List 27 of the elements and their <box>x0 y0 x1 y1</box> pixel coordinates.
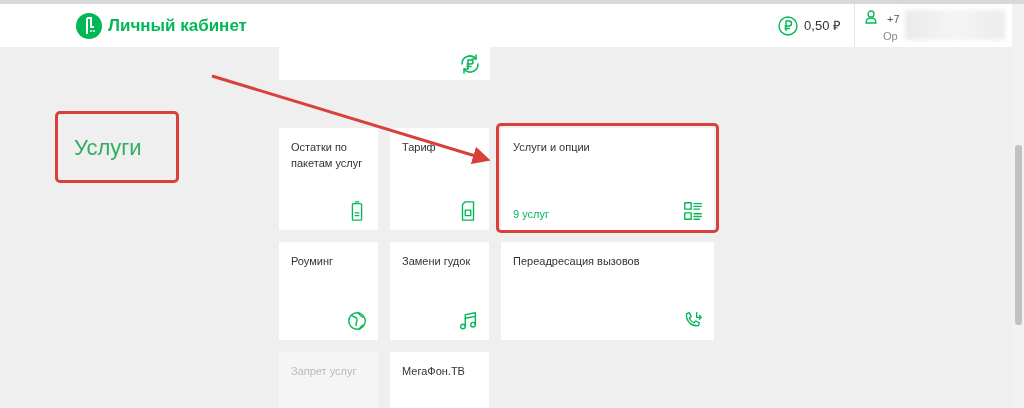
tile-title: Роуминг <box>291 254 335 269</box>
tile-title: Тариф <box>402 140 437 155</box>
service-count: 9 услуг <box>513 206 549 222</box>
tile[interactable]: Роуминг <box>279 242 378 340</box>
globe-icon <box>346 310 368 332</box>
ruble-coin-icon <box>778 15 799 36</box>
tile-title: Запрет услуг <box>291 364 358 379</box>
account-caption: Ор <box>883 29 898 44</box>
music-note-icon <box>457 310 479 332</box>
tile[interactable]: Тариф <box>390 128 489 230</box>
tile[interactable]: МегаФон.ТВ <box>390 352 489 408</box>
tile[interactable] <box>279 47 490 80</box>
list-icon <box>682 200 704 222</box>
tile-title: МегаФон.ТВ <box>402 364 466 379</box>
tile-title: Услуги и опции <box>513 140 591 155</box>
ruble-cycle-icon <box>458 51 482 76</box>
user-icon <box>865 10 877 24</box>
tile-title: Переадресация вызовов <box>513 254 641 269</box>
annotation-label: Услуги <box>74 133 142 162</box>
phone-number[interactable]: +7 <box>887 11 900 28</box>
tile[interactable]: Замени гудок <box>390 242 489 340</box>
logo-icon[interactable] <box>76 12 102 39</box>
tile[interactable]: Переадресация вызовов <box>501 242 714 340</box>
tile-title: Замени гудок <box>402 254 472 269</box>
tile-title: Остатки по пакетам услуг <box>291 140 364 171</box>
tile[interactable]: Остатки по пакетам услуг <box>279 128 378 230</box>
balance-amount[interactable]: 0,50 ₽ <box>804 15 841 36</box>
